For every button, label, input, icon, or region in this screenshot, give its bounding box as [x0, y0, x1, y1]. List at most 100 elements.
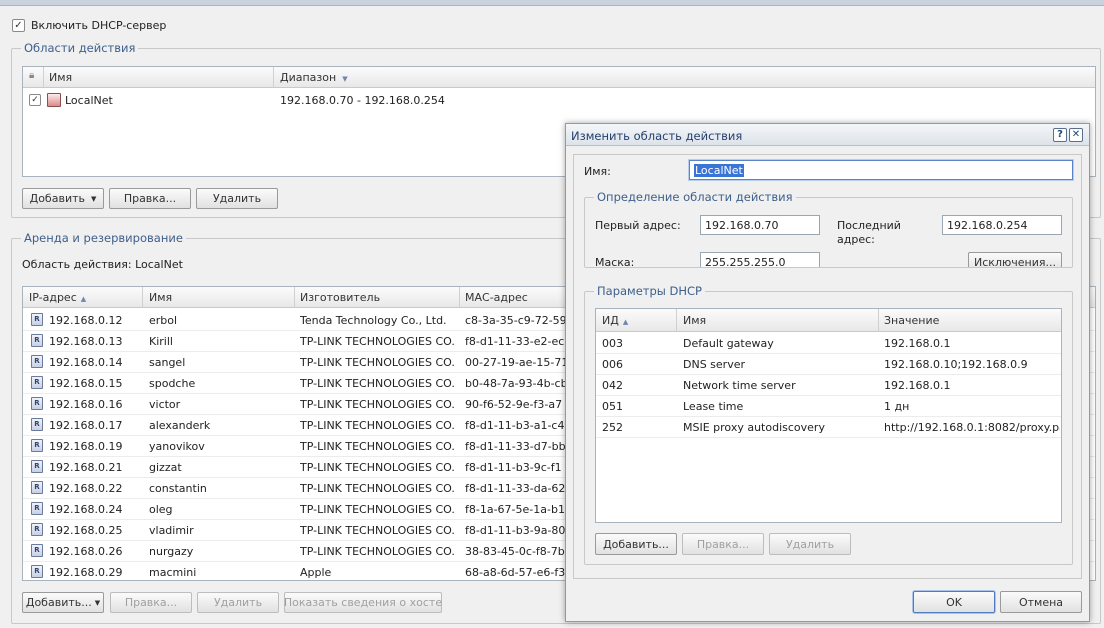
col-header-range[interactable]: Диапазон ▼ — [280, 71, 348, 84]
mask-label: Маска: — [595, 256, 635, 268]
lease-vendor: TP-LINK TECHNOLOGIES CO.... — [300, 377, 456, 390]
param-row[interactable]: 006 DNS server 192.168.0.10;192.168.0.9 — [596, 354, 1061, 375]
param-name: Default gateway — [683, 337, 774, 350]
sort-asc-icon: ▲ — [622, 318, 629, 326]
col-header-name[interactable]: Имя — [49, 71, 72, 84]
scopes-legend: Области действия — [21, 41, 139, 55]
lease-vendor: TP-LINK TECHNOLOGIES CO.... — [300, 440, 456, 453]
param-row[interactable]: 051 Lease time 1 дн — [596, 396, 1061, 417]
param-row[interactable]: 003 Default gateway 192.168.0.1 — [596, 333, 1061, 354]
dhcp-params-table: ИД ▲ Имя Значение 003 Default gateway 192.1… — [595, 308, 1062, 523]
param-name: MSIE proxy autodiscovery — [683, 421, 825, 434]
col-header-name[interactable]: Имя — [149, 291, 172, 304]
lease-vendor: TP-LINK TECHNOLOGIES CO.... — [300, 482, 456, 495]
add-param-button[interactable]: Добавить... — [595, 533, 677, 555]
params-table-header: ИД ▲ Имя Значение — [596, 309, 1061, 332]
lease-ip: 192.168.0.15 — [49, 377, 123, 390]
param-name: DNS server — [683, 358, 745, 371]
param-row[interactable]: 042 Network time server 192.168.0.1 — [596, 375, 1061, 396]
close-icon[interactable]: ✕ — [1069, 128, 1083, 142]
delete-param-button[interactable]: Удалить — [769, 533, 851, 555]
first-address-label: Первый адрес: — [595, 219, 681, 232]
lease-name: macmini — [149, 566, 197, 579]
reservation-icon: R — [31, 439, 43, 452]
enable-dhcp-label: Включить DHCP-сервер — [31, 19, 167, 32]
lease-ip: 192.168.0.16 — [49, 398, 123, 411]
reservation-icon: R — [31, 334, 43, 347]
add-scope-button[interactable]: Добавить ▼ — [22, 188, 104, 209]
param-value: 192.168.0.10;192.168.0.9 — [884, 358, 1028, 371]
cancel-button[interactable]: Отмена — [1000, 591, 1082, 613]
lease-name: vladimir — [149, 524, 194, 537]
dialog-titlebar[interactable]: Изменить область действия ? ✕ — [566, 124, 1089, 146]
selected-name-text: LocalNet — [694, 164, 744, 177]
exclusions-button[interactable]: Исключения... — [968, 252, 1062, 267]
scope-range: 192.168.0.70 - 192.168.0.254 — [280, 94, 445, 107]
dialog-title: Изменить область действия — [571, 129, 743, 143]
param-id: 006 — [602, 358, 623, 371]
first-address-input[interactable]: 192.168.0.70 — [700, 215, 820, 235]
lease-ip: 192.168.0.12 — [49, 314, 123, 327]
reservation-icon: R — [31, 460, 43, 473]
sort-asc-icon: ▲ — [80, 295, 87, 303]
scopes-table-header: 🔒︎ Имя Диапазон ▼ — [23, 67, 1095, 88]
scope-checkbox[interactable]: ✓ — [29, 94, 41, 106]
col-header-name[interactable]: Имя — [683, 314, 706, 327]
delete-lease-button[interactable]: Удалить — [197, 592, 279, 613]
edit-param-button[interactable]: Правка... — [682, 533, 764, 555]
reservation-icon: R — [31, 481, 43, 494]
param-row[interactable]: 252 MSIE proxy autodiscovery http://192.16… — [596, 417, 1061, 438]
lease-ip: 192.168.0.13 — [49, 335, 123, 348]
last-address-input[interactable]: 192.168.0.254 — [942, 215, 1062, 235]
reservation-icon: R — [31, 355, 43, 368]
reservation-icon: R — [31, 376, 43, 389]
window-top-border — [0, 0, 1104, 6]
reservation-icon: R — [31, 565, 43, 578]
show-host-info-button[interactable]: Показать сведения о хосте — [284, 592, 442, 613]
edit-lease-button[interactable]: Правка... — [110, 592, 192, 613]
lease-name: sangel — [149, 356, 186, 369]
lease-vendor: TP-LINK TECHNOLOGIES CO.... — [300, 524, 456, 537]
lease-ip: 192.168.0.14 — [49, 356, 123, 369]
lease-vendor: TP-LINK TECHNOLOGIES CO.... — [300, 335, 456, 348]
ok-button[interactable]: OK — [913, 591, 995, 613]
reservation-icon: R — [31, 544, 43, 557]
col-header-ip[interactable]: IP-адрес ▲ — [29, 291, 86, 304]
col-header-id[interactable]: ИД ▲ — [602, 314, 628, 327]
help-icon[interactable]: ? — [1053, 128, 1067, 142]
dialog-content-panel: Имя: LocalNet Первый адрес: 192.168.0.70… — [573, 154, 1082, 579]
reservation-icon: R — [31, 523, 43, 536]
enable-dhcp-checkbox[interactable]: ✓ Включить DHCP-сервер — [12, 19, 166, 32]
delete-scope-button[interactable]: Удалить — [196, 188, 278, 209]
mask-input[interactable]: 255.255.255.0 — [700, 252, 820, 267]
lease-name: yanovikov — [149, 440, 205, 453]
scope-row[interactable]: ✓ LocalNet 192.168.0.70 - 192.168.0.254 — [23, 90, 1095, 111]
param-value: 192.168.0.1 — [884, 379, 951, 392]
scope-info-label: Область действия: LocalNet — [22, 258, 183, 271]
edit-scope-button[interactable]: Правка... — [109, 188, 191, 209]
lease-name: spodche — [149, 377, 196, 390]
lease-name: nurgazy — [149, 545, 194, 558]
lease-name: erbol — [149, 314, 178, 327]
scope-name: LocalNet — [65, 94, 113, 107]
lease-ip: 192.168.0.29 — [49, 566, 123, 579]
col-header-vendor[interactable]: Изготовитель — [300, 291, 380, 304]
param-id: 042 — [602, 379, 623, 392]
lease-ip: 192.168.0.21 — [49, 461, 123, 474]
scope-definition-fieldset: Первый адрес: 192.168.0.70 Последний адр… — [584, 197, 1073, 268]
col-header-mac[interactable]: МАС-адрес — [465, 291, 528, 304]
reservation-icon: R — [31, 397, 43, 410]
lease-name: gizzat — [149, 461, 182, 474]
param-id: 003 — [602, 337, 623, 350]
lease-name: constantin — [149, 482, 207, 495]
add-lease-button[interactable]: Добавить... ▼ — [22, 592, 104, 613]
lease-ip: 192.168.0.17 — [49, 419, 123, 432]
lease-vendor: TP-LINK TECHNOLOGIES CO.... — [300, 356, 456, 369]
leases-legend: Аренда и резервирование — [21, 231, 186, 245]
network-scope-icon — [47, 93, 61, 107]
scope-name-input[interactable]: LocalNet — [689, 160, 1073, 180]
lease-ip: 192.168.0.22 — [49, 482, 123, 495]
param-name: Lease time — [683, 400, 744, 413]
lease-name: alexanderk — [149, 419, 211, 432]
col-header-value[interactable]: Значение — [884, 314, 939, 327]
